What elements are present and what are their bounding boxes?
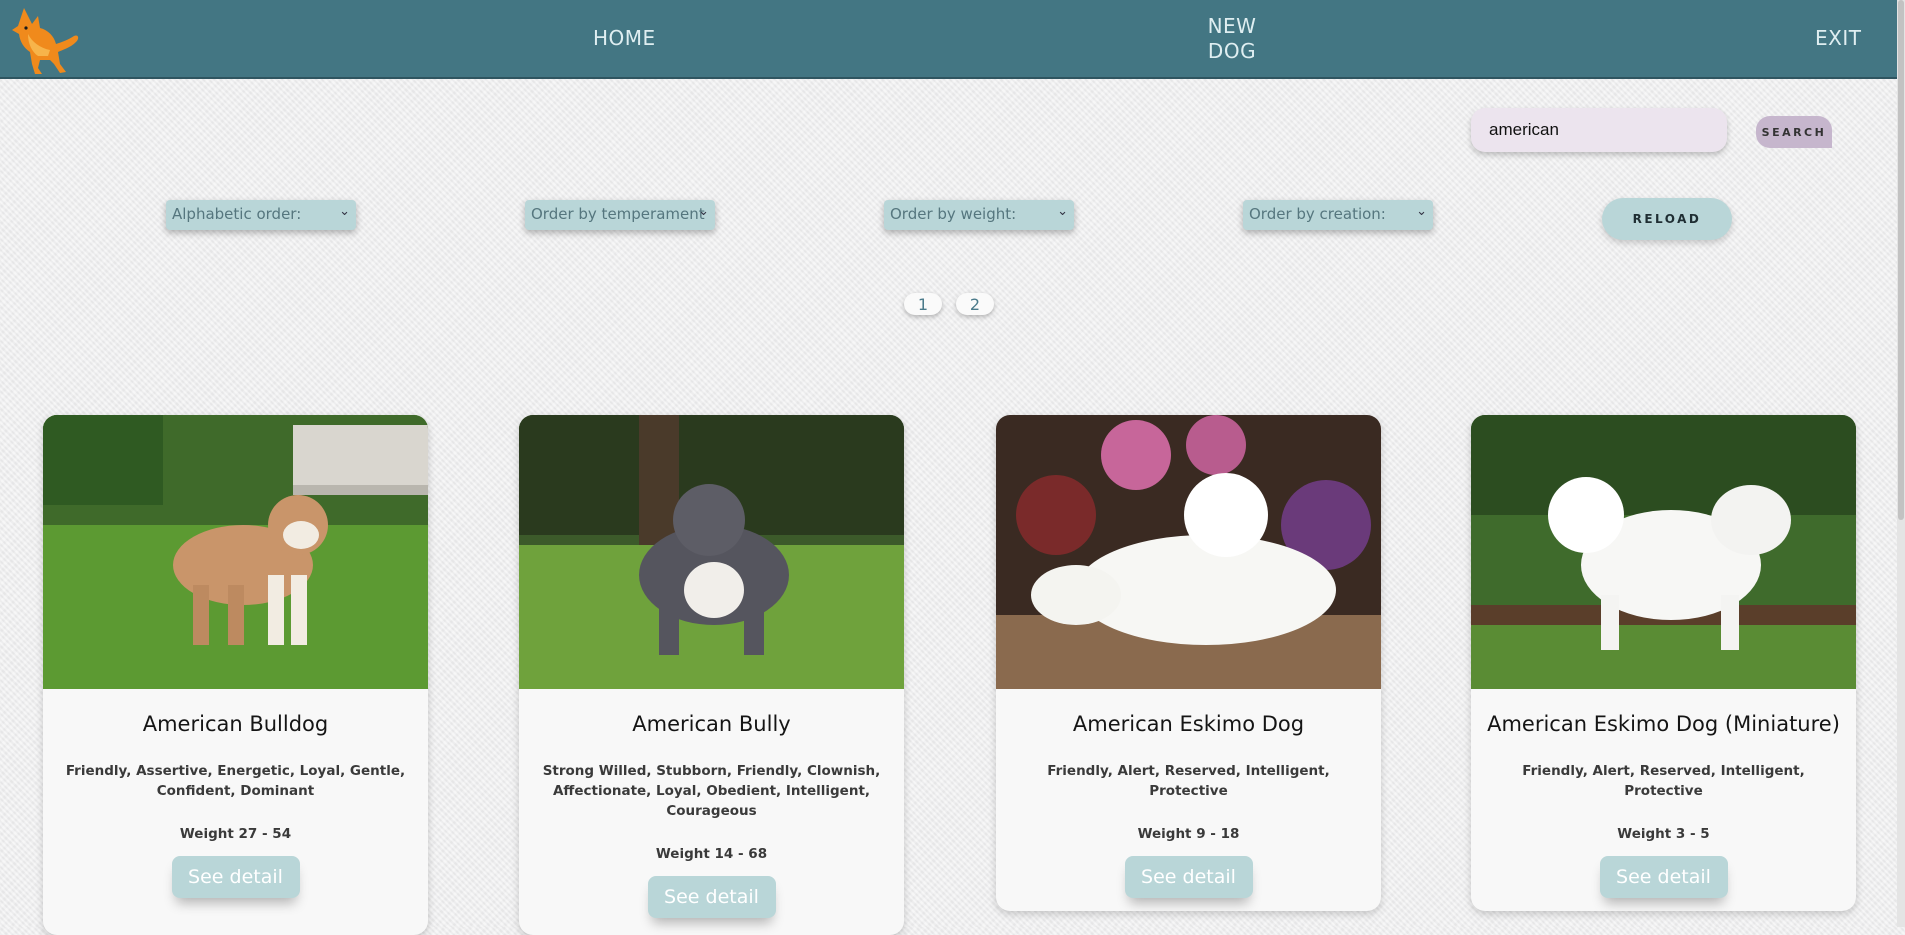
search-button[interactable]: SEARCH <box>1756 116 1832 148</box>
search-input[interactable] <box>1471 108 1727 152</box>
chevron-down-icon: ⌄ <box>339 204 350 219</box>
chevron-down-icon: ⌄ <box>698 204 709 219</box>
dog-photo <box>43 415 428 689</box>
dog-weight: Weight 14 - 68 <box>655 846 768 862</box>
dog-card: American Bulldog Friendly, Assertive, En… <box>43 415 428 935</box>
dog-card: American Eskimo Dog Friendly, Alert, Res… <box>996 415 1381 911</box>
scrollbar-thumb[interactable] <box>1898 0 1904 520</box>
nav-new-dog-line1: NEW <box>1207 14 1257 38</box>
dog-temperament: Friendly, Alert, Reserved, Intelligent, … <box>1522 763 1805 799</box>
alphabetic-order-label: Alphabetic order: <box>172 205 302 223</box>
dog-name: American Eskimo Dog (Miniature) <box>1487 712 1840 736</box>
page-button-2[interactable]: 2 <box>956 293 994 315</box>
page-button-1[interactable]: 1 <box>904 293 942 315</box>
temperament-order-label: Order by temperament <box>531 205 705 223</box>
reload-button[interactable]: RELOAD <box>1602 198 1732 240</box>
nav-new-dog-line2: DOG <box>1207 39 1257 63</box>
dog-weight: Weight 3 - 5 <box>1617 826 1710 842</box>
nav-new-dog-link[interactable]: NEW DOG <box>1190 14 1274 64</box>
dog-photo <box>996 415 1381 689</box>
dog-name: American Bully <box>632 712 791 736</box>
dog-name: American Eskimo Dog <box>1072 712 1305 736</box>
alphabetic-order-select[interactable]: Alphabetic order: ⌄ <box>166 200 356 230</box>
weight-order-label: Order by weight: <box>890 205 1017 223</box>
creation-order-select[interactable]: Order by creation: ⌄ <box>1243 200 1433 230</box>
dog-temperament: Strong Willed, Stubborn, Friendly, Clown… <box>542 763 881 819</box>
dog-temperament: Friendly, Assertive, Energetic, Loyal, G… <box>65 763 406 799</box>
dog-card: American Bully Strong Willed, Stubborn, … <box>519 415 904 935</box>
scrollbar[interactable] <box>1897 0 1905 927</box>
dog-weight: Weight 27 - 54 <box>179 826 292 842</box>
see-detail-button[interactable]: See detail <box>171 856 300 898</box>
dog-card: American Eskimo Dog (Miniature) Friendly… <box>1471 415 1856 911</box>
dog-photo <box>519 415 904 689</box>
nav-home-link[interactable]: HOME <box>593 26 656 51</box>
see-detail-button[interactable]: See detail <box>647 876 776 918</box>
nav-exit-link[interactable]: EXIT <box>1815 26 1861 51</box>
weight-order-select[interactable]: Order by weight: ⌄ <box>884 200 1074 230</box>
dog-photo <box>1471 415 1856 689</box>
creation-order-label: Order by creation: <box>1249 205 1386 223</box>
chevron-down-icon: ⌄ <box>1416 204 1427 219</box>
dog-logo-icon[interactable] <box>10 2 82 76</box>
see-detail-button[interactable]: See detail <box>1124 856 1253 898</box>
see-detail-button[interactable]: See detail <box>1599 856 1728 898</box>
dog-name: American Bulldog <box>142 712 329 736</box>
chevron-down-icon: ⌄ <box>1057 204 1068 219</box>
navbar: HOME NEW DOG EXIT <box>0 0 1905 79</box>
temperament-order-select[interactable]: Order by temperament ⌄ <box>525 200 715 230</box>
dog-weight: Weight 9 - 18 <box>1137 826 1240 842</box>
dog-temperament: Friendly, Alert, Reserved, Intelligent, … <box>1047 763 1330 799</box>
